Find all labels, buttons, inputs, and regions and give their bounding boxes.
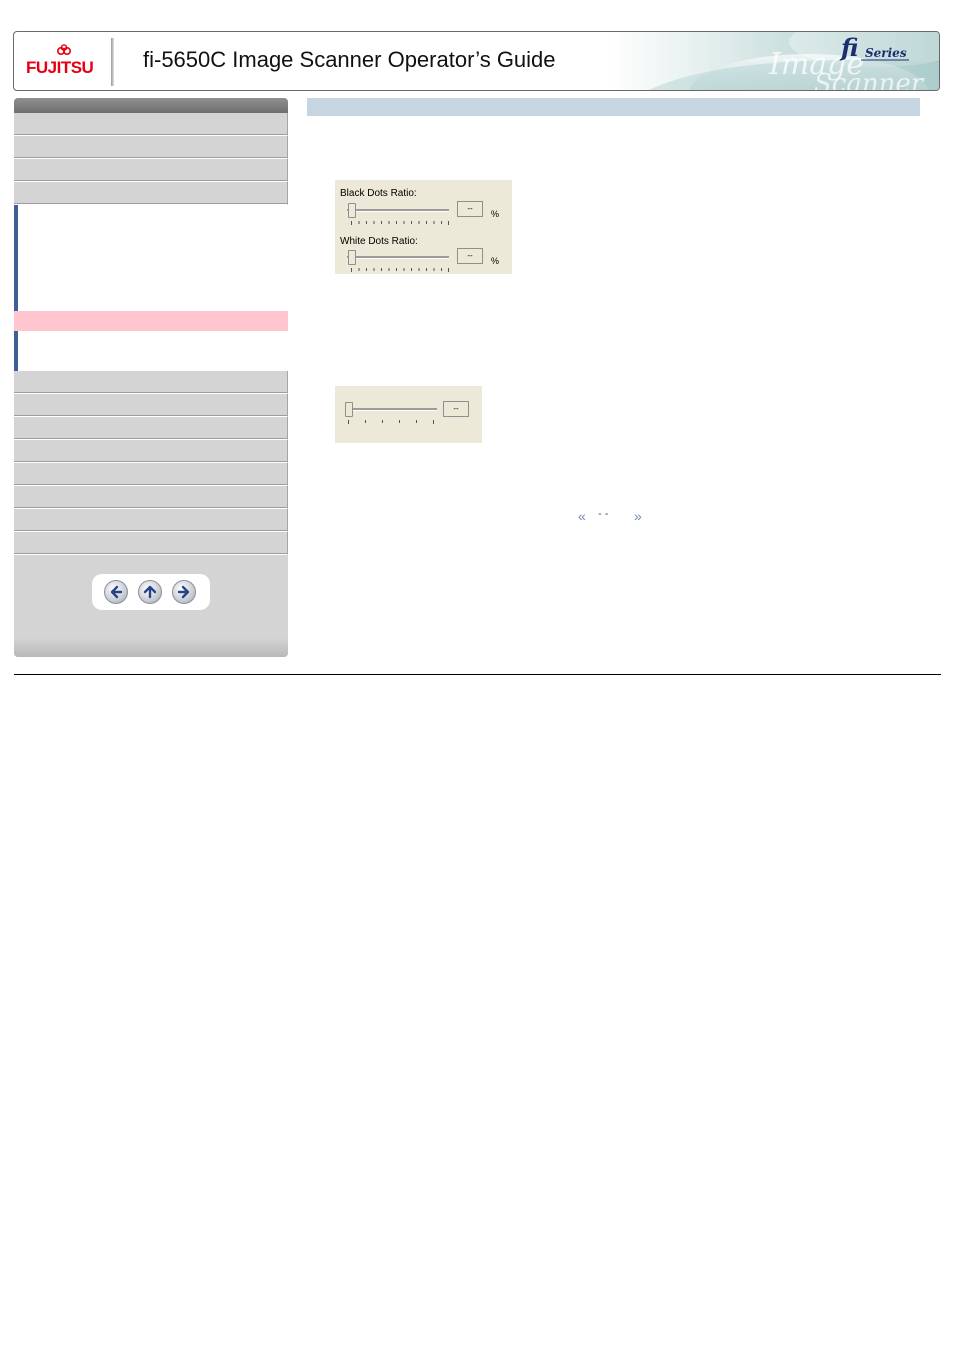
sidebar-item-8[interactable] <box>14 440 288 463</box>
forward-button[interactable] <box>172 580 196 604</box>
black-dots-value-field[interactable]: -- <box>457 201 483 217</box>
footer-divider <box>14 674 941 675</box>
black-dots-slider-ticks <box>351 221 449 225</box>
sidebar-item-9[interactable] <box>14 463 288 486</box>
pager-text: - - <box>598 508 609 520</box>
svg-text:FUJITSU: FUJITSU <box>26 58 94 77</box>
sidebar-item-4[interactable] <box>14 182 288 205</box>
slider-thumb[interactable] <box>345 402 353 417</box>
sidebar-item-11[interactable] <box>14 509 288 532</box>
page-nav <box>92 574 210 610</box>
svg-text:Scanner: Scanner <box>814 69 925 90</box>
sidebar-item-6[interactable] <box>14 394 288 417</box>
sidebar <box>14 98 288 657</box>
double-chevron-right-icon[interactable]: » <box>634 509 642 523</box>
sidebar-header <box>14 98 288 113</box>
black-dots-unit: % <box>491 209 500 219</box>
slider-track[interactable] <box>345 408 437 411</box>
header-banner-art: Image Scanner fi Series <box>609 32 939 90</box>
header: FUJITSU fi-5650C Image Scanner Operator’… <box>13 31 940 91</box>
white-dots-slider-track[interactable] <box>347 256 449 259</box>
slider-ticks <box>348 420 434 424</box>
sidebar-item-3[interactable] <box>14 159 288 182</box>
sidebar-submenu <box>14 205 288 371</box>
series-badge-fi: fi <box>839 33 858 62</box>
white-dots-slider-thumb[interactable] <box>348 250 356 265</box>
sidebar-item-10[interactable] <box>14 486 288 509</box>
arrow-right-icon <box>177 585 190 599</box>
header-divider <box>111 38 114 86</box>
sidebar-footer <box>14 638 288 657</box>
white-dots-ratio-label: White Dots Ratio: <box>340 236 418 247</box>
series-badge-text: Series <box>865 46 907 60</box>
sidebar-item-1[interactable] <box>14 113 288 136</box>
slider-screenshot: -- <box>335 386 482 443</box>
double-chevron-left-icon[interactable]: « <box>578 509 586 523</box>
black-dots-slider-thumb[interactable] <box>348 203 356 218</box>
dots-ratio-screenshot: Black Dots Ratio: -- % White Dots Ratio:… <box>335 180 512 274</box>
up-button[interactable] <box>138 580 162 604</box>
white-dots-unit: % <box>491 256 500 266</box>
page-title: fi-5650C Image Scanner Operator’s Guide <box>143 47 556 72</box>
sidebar-item-12[interactable] <box>14 532 288 555</box>
black-dots-ratio-label: Black Dots Ratio: <box>340 188 417 199</box>
sidebar-item-2[interactable] <box>14 136 288 159</box>
back-button[interactable] <box>104 580 128 604</box>
sidebar-item-5[interactable] <box>14 371 288 394</box>
content-title-bar <box>307 98 920 116</box>
arrow-left-icon <box>110 585 123 599</box>
black-dots-slider-track[interactable] <box>347 209 449 212</box>
white-dots-value-field[interactable]: -- <box>457 248 483 264</box>
white-dots-slider-ticks <box>351 268 449 272</box>
sidebar-item-7[interactable] <box>14 417 288 440</box>
slider-value-field[interactable]: -- <box>443 401 469 417</box>
arrow-up-icon <box>143 585 157 599</box>
sidebar-subitem-active[interactable] <box>14 311 288 331</box>
fujitsu-logo: FUJITSU <box>26 44 94 77</box>
